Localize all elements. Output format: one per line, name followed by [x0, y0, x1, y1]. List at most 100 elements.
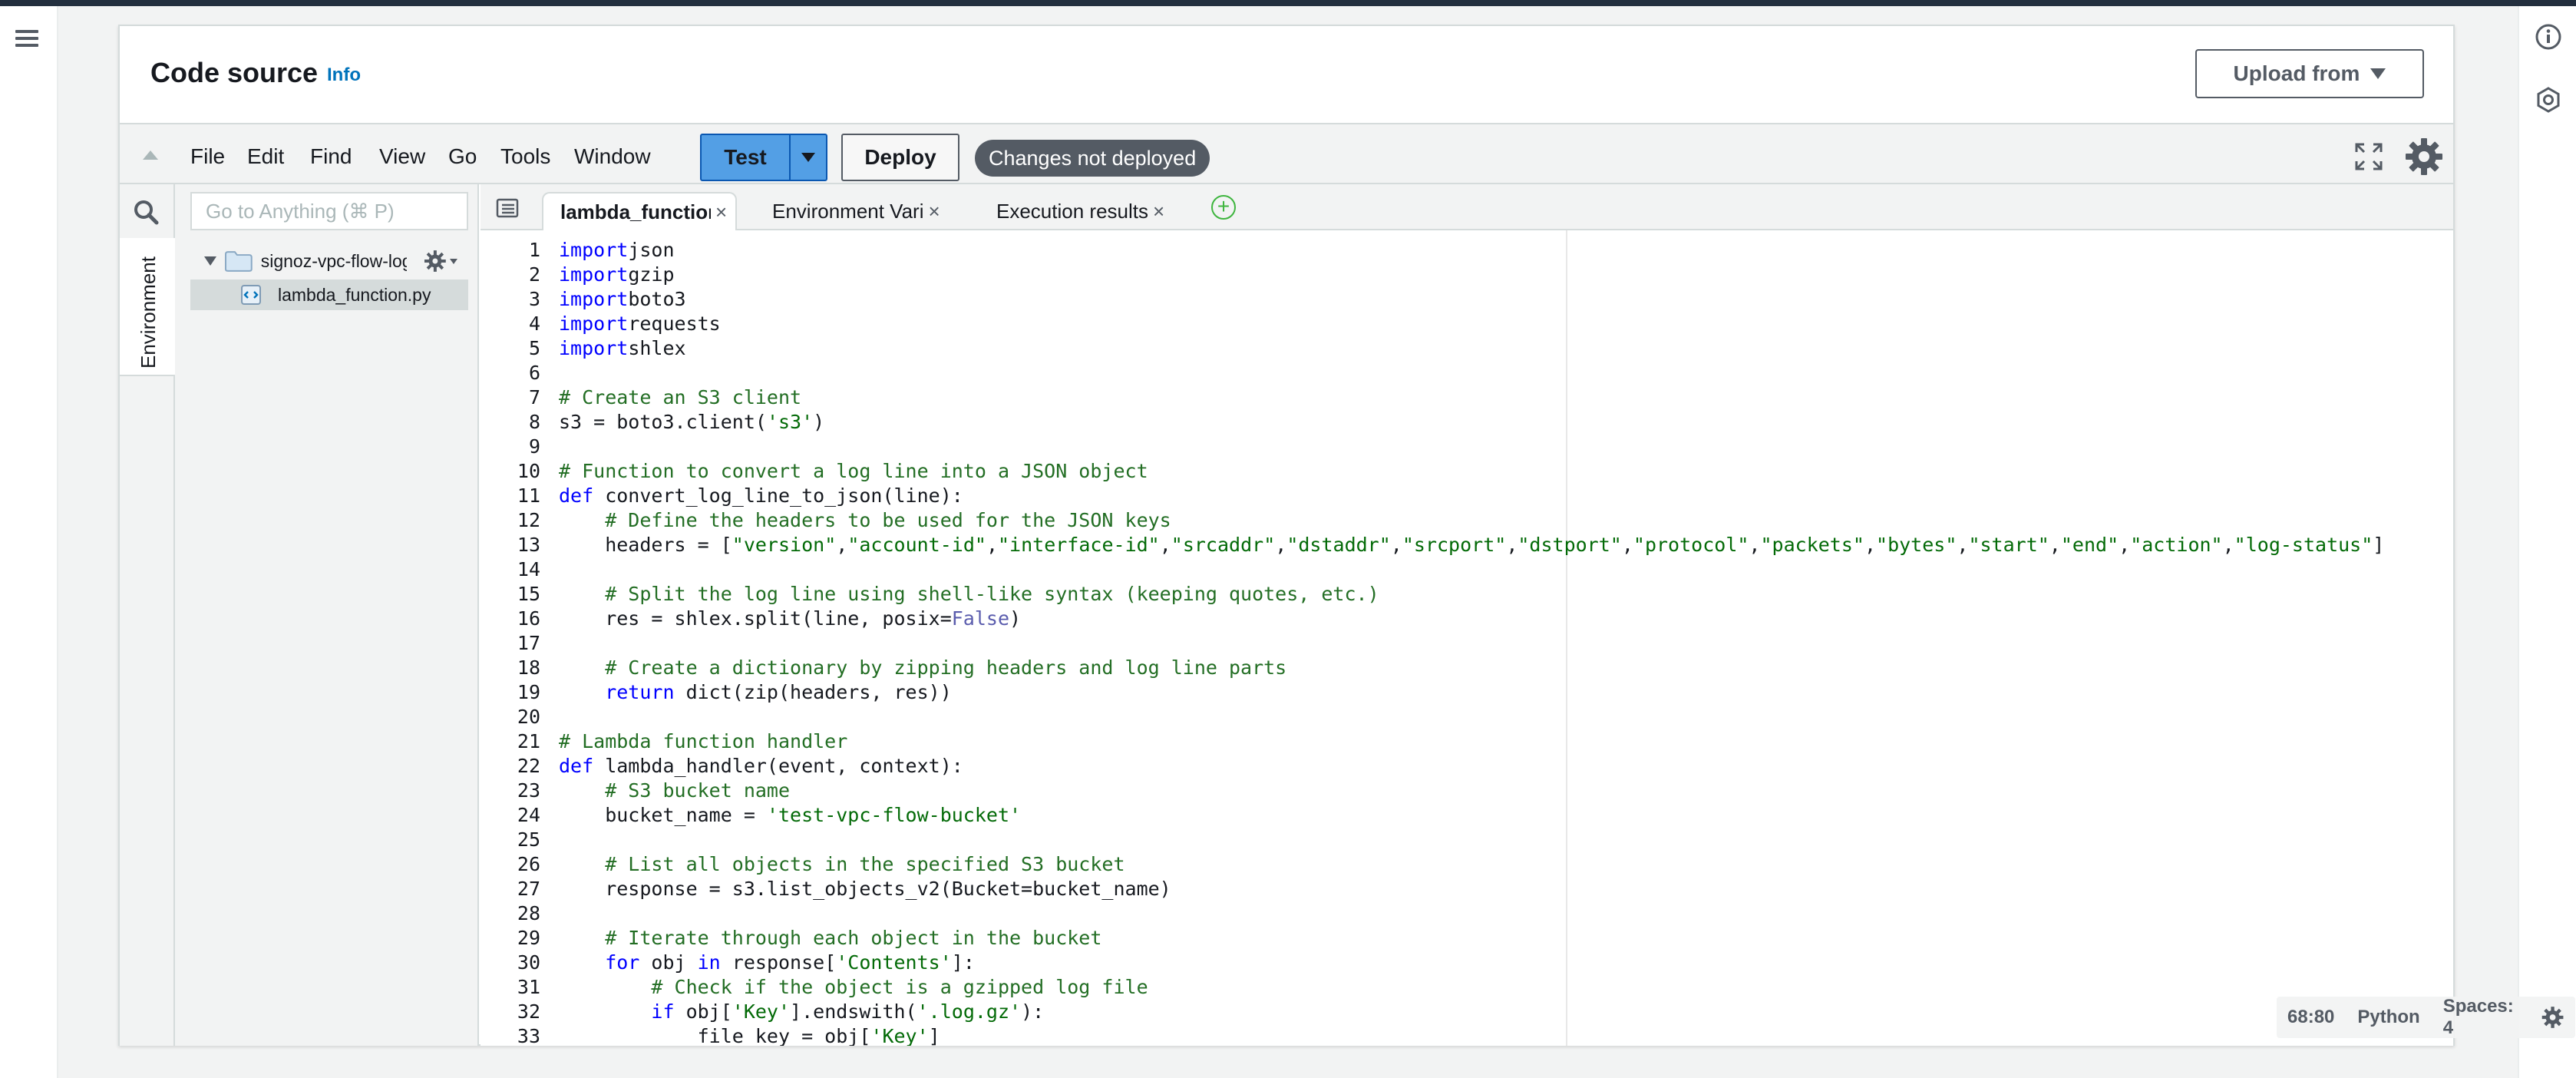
- code-line: # List all objects in the specified S3 b…: [559, 852, 1125, 877]
- environment-tab[interactable]: Environment: [120, 238, 175, 376]
- code-token: 'Key': [732, 1000, 791, 1023]
- cursor-position[interactable]: 68:80: [2287, 1007, 2334, 1028]
- code-token: "packets": [1760, 534, 1864, 556]
- code-token: ,: [1506, 534, 1518, 556]
- preferences-gear-icon[interactable]: [2404, 137, 2444, 177]
- upload-from-button[interactable]: Upload from: [2195, 49, 2424, 98]
- code-token: # Define the headers to be used for the …: [559, 509, 1171, 531]
- tree-file-row[interactable]: lambda_function.py: [190, 279, 468, 310]
- info-icon[interactable]: [2535, 23, 2562, 51]
- close-icon[interactable]: ×: [1153, 200, 1164, 223]
- code-token: "protocol": [1633, 534, 1749, 556]
- indent-setting[interactable]: Spaces: 4: [2443, 996, 2518, 1039]
- line-number: 28: [517, 902, 540, 924]
- code-token: res = shlex.split(line, posix=: [559, 607, 952, 630]
- code-token: response[: [720, 951, 837, 974]
- tab-label: Execution results: [996, 199, 1148, 223]
- tab-lambda-function[interactable]: lambda_function ×: [542, 192, 737, 230]
- code-token: return: [559, 681, 675, 703]
- code-token: json: [628, 239, 675, 261]
- line-number: 5: [528, 337, 540, 359]
- code-token: if: [559, 1000, 675, 1023]
- code-token: ].endswith(: [790, 1000, 917, 1023]
- code-token: ):: [1021, 1000, 1045, 1023]
- code-token: # Lambda function handler: [559, 730, 848, 752]
- code-token: ,: [2049, 534, 2061, 556]
- line-number: 26: [517, 853, 540, 875]
- code-token: ): [813, 411, 825, 433]
- info-link[interactable]: Info: [327, 64, 361, 86]
- code-token: ]: [928, 1025, 940, 1046]
- tab-execution-results[interactable]: Execution results ×: [979, 192, 1205, 230]
- code-token: ,: [1275, 534, 1287, 556]
- test-dropdown-button[interactable]: [789, 135, 826, 180]
- menu-window[interactable]: Window: [574, 144, 651, 169]
- left-nav-rail: [0, 6, 58, 1078]
- hamburger-icon[interactable]: [14, 26, 40, 52]
- expand-caret-icon[interactable]: [204, 256, 216, 266]
- top-bar: [0, 0, 2576, 6]
- code-line: headers = ["version","account-id","inter…: [559, 533, 2384, 557]
- editor-settings-gear-icon[interactable]: [2541, 1004, 2564, 1031]
- menu-view[interactable]: View: [379, 144, 425, 169]
- code-token: # Split the log line using shell-like sy…: [559, 583, 1379, 605]
- line-number: 3: [528, 288, 540, 310]
- line-number: 27: [517, 878, 540, 900]
- code-token: "start": [1968, 534, 2049, 556]
- tab-label: Environment Vari: [772, 199, 924, 223]
- line-number: 7: [528, 386, 540, 408]
- tree-folder-row[interactable]: signoz-vpc-flow-logs: [204, 246, 465, 276]
- line-number-gutter: 1 2 3 4 5 6 7 8 9 10 11 12 13 14 15 16 17 18 19 20 21 22 23 24 2…: [481, 230, 556, 1046]
- code-token: False: [951, 607, 1010, 630]
- code-token: obj[: [674, 1000, 732, 1023]
- menu-edit[interactable]: Edit: [247, 144, 284, 169]
- close-icon[interactable]: ×: [715, 200, 727, 224]
- line-number: 10: [517, 460, 540, 482]
- line-number: 21: [517, 730, 540, 752]
- search-icon[interactable]: [132, 198, 160, 226]
- code-token: "dstaddr": [1286, 534, 1391, 556]
- code-token: ,: [1390, 534, 1402, 556]
- code-line: importshlex: [559, 336, 686, 361]
- menu-tools[interactable]: Tools: [500, 144, 550, 169]
- test-button[interactable]: Test: [702, 135, 789, 180]
- code-token: "action": [2130, 534, 2223, 556]
- go-to-anything-input[interactable]: [190, 192, 468, 230]
- upload-from-label: Upload from: [2233, 61, 2360, 85]
- folder-menu-caret-icon[interactable]: [449, 258, 457, 264]
- menu-find[interactable]: Find: [310, 144, 352, 169]
- language-mode[interactable]: Python: [2357, 1007, 2419, 1028]
- line-number: 8: [528, 411, 540, 433]
- close-icon[interactable]: ×: [929, 200, 940, 223]
- code-token: ,: [836, 534, 848, 556]
- deploy-status-badge: Changes not deployed: [975, 140, 1210, 177]
- tab-environment-variables[interactable]: Environment Vari ×: [755, 192, 952, 230]
- deploy-button[interactable]: Deploy: [841, 134, 959, 181]
- menu-file[interactable]: File: [190, 144, 225, 169]
- environment-file-panel: signoz-vpc-flow-logs lambda_function.py: [175, 184, 479, 1046]
- file-name: lambda_function.py: [278, 284, 431, 305]
- code-token: "account-id": [847, 534, 986, 556]
- tab-list-icon[interactable]: [496, 198, 519, 218]
- caret-down-icon: [2370, 68, 2386, 79]
- code-line: file_key = obj['Key']: [559, 1024, 940, 1046]
- line-number: 24: [517, 804, 540, 826]
- line-number: 18: [517, 656, 540, 679]
- sidebar-strip: Environment: [120, 184, 175, 1046]
- code-line: # Create an S3 client: [559, 385, 801, 410]
- line-number: 17: [517, 632, 540, 654]
- fullscreen-icon[interactable]: [2353, 141, 2384, 172]
- code-token: shlex: [628, 337, 686, 359]
- test-button-group: Test: [700, 134, 827, 181]
- collapse-toggle-icon[interactable]: [143, 150, 158, 160]
- code-line: importrequests: [559, 312, 721, 336]
- code-token: response = s3.list_objects_v2(Bucket=buc…: [559, 878, 1171, 900]
- menu-go[interactable]: Go: [448, 144, 477, 169]
- code-line: importgzip: [559, 263, 675, 287]
- code-token: # Check if the object is a gzipped log f…: [559, 976, 1148, 998]
- line-number: 22: [517, 755, 540, 777]
- folder-gear-icon[interactable]: [424, 250, 447, 273]
- code-area[interactable]: 1 2 3 4 5 6 7 8 9 10 11 12 13 14 15 16 17 18 19 20 21 22 23 24 2…: [481, 230, 2453, 1046]
- add-tab-icon[interactable]: +: [1211, 195, 1236, 220]
- circle-diamond-icon[interactable]: [2535, 86, 2562, 114]
